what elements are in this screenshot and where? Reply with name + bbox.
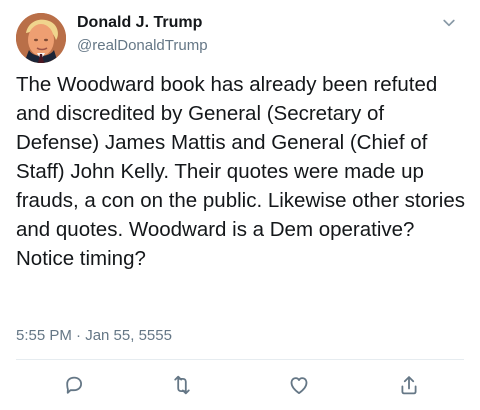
tweet-text: The Woodward book has already been refut… — [16, 73, 465, 270]
heart-icon — [290, 377, 308, 394]
tweet-timestamp[interactable]: 5:55 PM · Jan 55, 5555 — [16, 326, 172, 345]
reply-button[interactable] — [57, 368, 91, 402]
action-divider — [16, 359, 464, 360]
tweet-card: Donald J. Trump @realDonaldTrump The Woo… — [0, 0, 480, 410]
share-icon — [401, 376, 417, 395]
tweet-author[interactable]: Donald J. Trump @realDonaldTrump — [77, 13, 407, 55]
tweet-actions — [0, 368, 480, 402]
chevron-down-icon — [443, 19, 455, 27]
author-handle[interactable]: @realDonaldTrump — [77, 36, 407, 55]
retweet-icon — [174, 375, 190, 395]
reply-icon — [66, 376, 82, 394]
tweet-menu-button[interactable] — [438, 14, 460, 32]
author-display-name[interactable]: Donald J. Trump — [77, 13, 407, 33]
retweet-button[interactable] — [165, 368, 199, 402]
avatar[interactable] — [16, 13, 66, 63]
like-button[interactable] — [282, 368, 316, 402]
share-button[interactable] — [392, 368, 426, 402]
